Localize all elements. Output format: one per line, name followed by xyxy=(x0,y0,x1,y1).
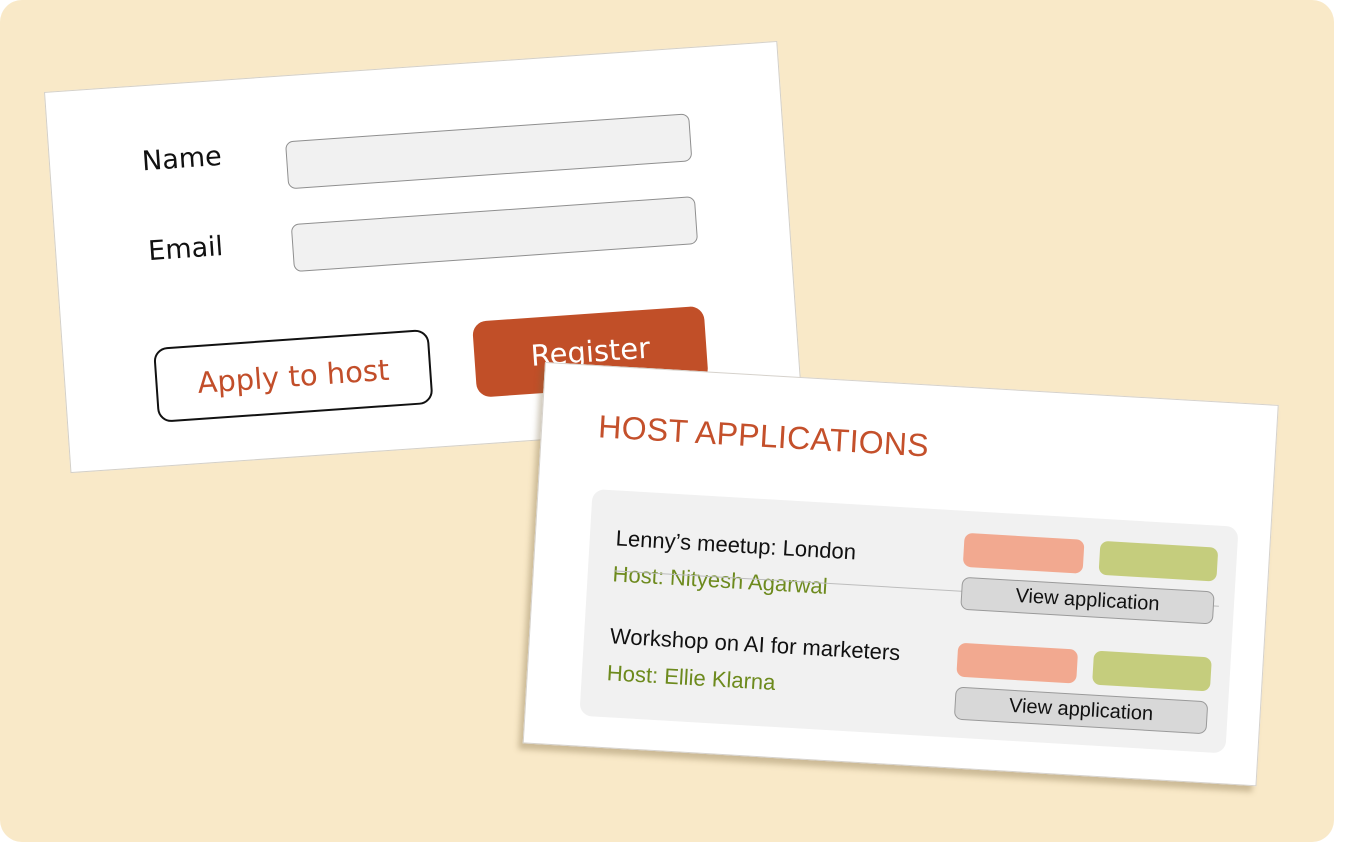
reject-button[interactable] xyxy=(956,642,1079,684)
reject-button[interactable] xyxy=(962,532,1085,574)
host-applications-card: HOST APPLICATIONS Lenny’s meetup: London… xyxy=(522,362,1279,787)
email-label: Email xyxy=(147,230,225,268)
approve-button[interactable] xyxy=(1098,540,1219,582)
email-input[interactable] xyxy=(290,196,699,273)
canvas-background: Name Email Apply to host Register HOST A… xyxy=(0,0,1334,842)
apply-to-host-button[interactable]: Apply to host xyxy=(153,328,434,423)
name-label: Name xyxy=(141,140,223,178)
host-applications-title: HOST APPLICATIONS xyxy=(597,408,930,464)
approve-button[interactable] xyxy=(1092,650,1212,692)
name-input[interactable] xyxy=(285,113,693,190)
